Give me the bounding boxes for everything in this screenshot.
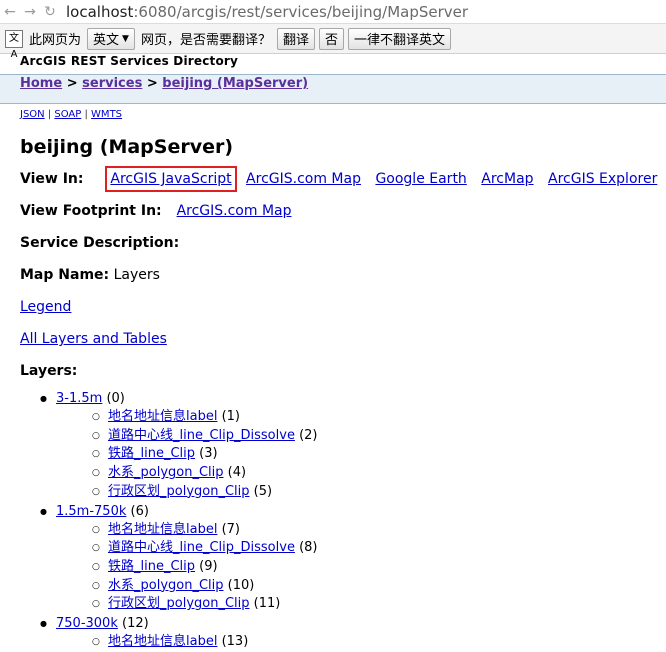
page-title: beijing (MapServer) <box>20 136 234 158</box>
breadcrumb-separator: > <box>146 76 158 91</box>
service-description: Service Description: <box>20 235 179 251</box>
layer-id: (9) <box>199 558 218 574</box>
arcgis-explorer-link[interactable]: ArcGIS Explorer <box>548 171 657 187</box>
layer-link[interactable]: 地名地址信息label <box>108 522 217 537</box>
layer-link[interactable]: 地名地址信息label <box>108 634 217 649</box>
forward-icon[interactable]: → <box>20 4 40 20</box>
footprint-row: View Footprint In: ArcGIS.com Map <box>20 203 302 219</box>
layer-group: 1.5m-750k (6) 地名地址信息label (7) 道路中心线_line… <box>40 502 318 615</box>
map-name-row: Map Name: Layers <box>20 267 160 283</box>
layer-id: (1) <box>221 409 241 424</box>
layer-id: (3) <box>199 446 218 462</box>
language-select[interactable]: 英文 ▼ <box>87 27 135 50</box>
view-in-label: View In: <box>20 171 84 187</box>
chevron-down-icon: ▼ <box>122 33 129 44</box>
view-in-row: View In: ArcGIS JavaScript ArcGIS.com Ma… <box>20 166 666 192</box>
list-item: 铁路_line_Clip (3) <box>92 445 318 464</box>
list-item: 地名地址信息label (1) <box>92 408 318 427</box>
layer-link[interactable]: 道路中心线_line_Clip_Dissolve <box>108 428 295 443</box>
all-layers-row: All Layers and Tables <box>20 331 177 347</box>
layer-link[interactable]: 道路中心线_line_Clip_Dissolve <box>108 540 295 555</box>
layer-id: (13) <box>221 634 249 650</box>
layer-link[interactable]: 行政区划_polygon_Clip <box>108 596 250 611</box>
layer-group: 3-1.5m (0) 地名地址信息label (1) 道路中心线_line_Cl… <box>40 389 318 502</box>
layer-id: (11) <box>253 596 281 612</box>
layer-id: (7) <box>221 521 241 537</box>
google-earth-link[interactable]: Google Earth <box>375 171 466 187</box>
breadcrumb-services[interactable]: services <box>82 76 142 91</box>
list-item: 道路中心线_line_Clip_Dissolve (2) <box>92 427 318 446</box>
language-label: 英文 <box>93 33 120 48</box>
layer-group-link[interactable]: 1.5m-750k <box>56 504 126 519</box>
breadcrumb-separator: > <box>66 76 78 91</box>
layer-id: (5) <box>253 483 273 499</box>
json-link[interactable]: JSON <box>20 109 45 120</box>
back-icon[interactable]: ← <box>0 4 20 20</box>
legend-link[interactable]: Legend <box>20 299 71 315</box>
list-item: 地名地址信息label (13) <box>92 633 318 652</box>
directory-header: ArcGIS REST Services Directory <box>20 54 239 68</box>
url-host: localhost <box>66 2 134 21</box>
arcmap-link[interactable]: ArcMap <box>481 171 533 187</box>
translate-button[interactable]: 翻译 <box>276 27 315 50</box>
arcgis-javascript-link[interactable]: ArcGIS JavaScript <box>105 166 237 192</box>
layers-list: 3-1.5m (0) 地名地址信息label (1) 道路中心线_line_Cl… <box>40 389 318 652</box>
layer-link[interactable]: 行政区划_polygon_Clip <box>108 484 250 499</box>
layer-group: 750-300k (12) 地名地址信息label (13) <box>40 614 318 652</box>
arcgis-com-map-link[interactable]: ArcGIS.com Map <box>246 171 361 187</box>
breadcrumb: Home > services > beijing (MapServer) <box>0 74 666 104</box>
layer-id: (4) <box>227 465 247 481</box>
service-description-label: Service Description: <box>20 235 180 251</box>
layers-heading: Layers: <box>20 363 77 379</box>
layer-group-link[interactable]: 3-1.5m <box>56 391 102 406</box>
layer-id: (2) <box>299 427 318 443</box>
reload-icon[interactable]: ↻ <box>40 4 60 20</box>
layer-link[interactable]: 地名地址信息label <box>108 409 217 424</box>
translate-question: 网页，是否需要翻译？ <box>140 33 271 48</box>
all-layers-link[interactable]: All Layers and Tables <box>20 331 167 347</box>
layer-link[interactable]: 水系_polygon_Clip <box>108 578 224 593</box>
breadcrumb-current[interactable]: beijing (MapServer) <box>162 76 308 91</box>
layer-id: (8) <box>299 540 318 556</box>
translate-bar: 文A 此网页为 英文 ▼ 网页，是否需要翻译？ 翻译 否 一律不翻译英文 <box>0 24 666 60</box>
layer-link[interactable]: 水系_polygon_Clip <box>108 465 224 480</box>
url-path: :6080/arcgis/rest/services/beijing/MapSe… <box>133 2 469 21</box>
translate-icon: 文A <box>5 29 23 60</box>
breadcrumb-home[interactable]: Home <box>20 76 62 91</box>
map-name-label: Map Name: <box>20 267 110 283</box>
list-item: 行政区划_polygon_Clip (11) <box>92 595 318 614</box>
list-item: 行政区划_polygon_Clip (5) <box>92 483 318 502</box>
layer-group-link[interactable]: 750-300k <box>56 616 118 631</box>
never-translate-button[interactable]: 一律不翻译英文 <box>348 27 452 50</box>
list-item: 水系_polygon_Clip (10) <box>92 577 318 596</box>
layer-id: (0) <box>106 391 125 406</box>
legend-row: Legend <box>20 299 81 315</box>
layer-id: (12) <box>122 616 149 632</box>
list-item: 铁路_line_Clip (9) <box>92 558 318 577</box>
layer-link[interactable]: 铁路_line_Clip <box>108 559 195 574</box>
layer-link[interactable]: 铁路_line_Clip <box>108 446 195 461</box>
list-item: 水系_polygon_Clip (4) <box>92 464 318 483</box>
map-name-value: Layers <box>113 267 160 283</box>
footprint-arcgis-com-map-link[interactable]: ArcGIS.com Map <box>177 203 292 219</box>
format-links: JSON | SOAP | WMTS <box>20 109 123 120</box>
address-bar: ← → ↻ localhost:6080/arcgis/rest/service… <box>0 0 666 24</box>
no-button[interactable]: 否 <box>318 27 344 50</box>
layer-id: (10) <box>227 577 255 593</box>
list-item: 地名地址信息label (7) <box>92 521 318 540</box>
url-input[interactable]: localhost:6080/arcgis/rest/services/beij… <box>66 3 468 21</box>
layers-label: Layers: <box>20 363 78 379</box>
list-item: 道路中心线_line_Clip_Dissolve (8) <box>92 539 318 558</box>
soap-link[interactable]: SOAP <box>54 109 81 120</box>
wmts-link[interactable]: WMTS <box>91 109 122 120</box>
translate-prompt: 此网页为 <box>29 33 82 48</box>
layer-id: (6) <box>130 503 149 519</box>
footprint-label: View Footprint In: <box>20 203 162 219</box>
